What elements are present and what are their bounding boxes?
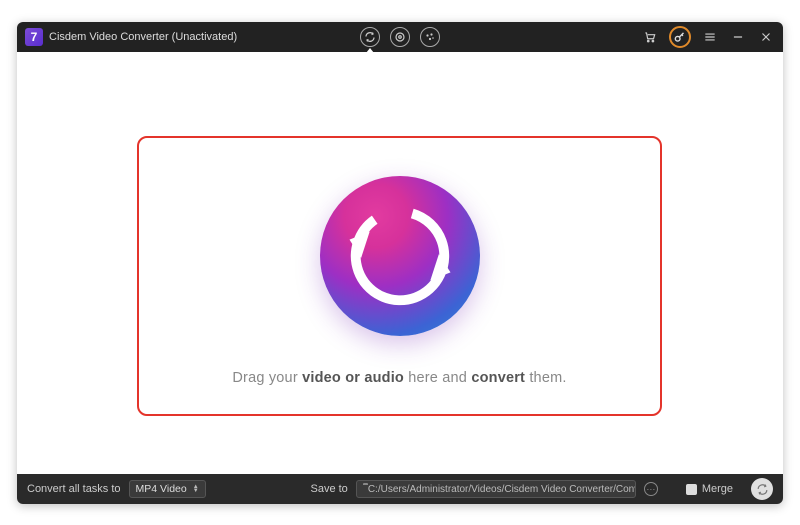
bottom-bar: Convert all tasks to MP4 Video ▲▼ Save t… <box>17 474 783 504</box>
convert-mode-icon[interactable] <box>360 27 380 47</box>
mode-switcher <box>360 27 440 47</box>
drop-text-bold: video or audio <box>302 370 404 386</box>
drop-text-frag: here and <box>404 370 471 386</box>
convert-all-label: Convert all tasks to <box>27 483 121 495</box>
menu-icon[interactable] <box>701 28 719 46</box>
merge-label: Merge <box>702 483 733 495</box>
output-format-select[interactable]: MP4 Video ▲▼ <box>129 480 206 498</box>
drop-text-frag: Drag your <box>232 370 302 386</box>
close-button[interactable] <box>757 28 775 46</box>
main-area: Drag your video or audio here and conver… <box>17 52 783 474</box>
cart-icon[interactable] <box>641 28 659 46</box>
window-title: Cisdem Video Converter (Unactivated) <box>49 31 237 43</box>
open-folder-button[interactable]: ⋯ <box>644 482 658 496</box>
merge-checkbox[interactable] <box>686 484 697 495</box>
disc-mode-icon[interactable] <box>390 27 410 47</box>
save-path-box[interactable]: C:/Users/Administrator/Videos/Cisdem Vid… <box>356 480 636 498</box>
drop-instruction: Drag your video or audio here and conver… <box>232 370 566 386</box>
titlebar-right <box>641 26 775 48</box>
app-logo-icon: 7 <box>25 28 43 46</box>
convert-circle-icon <box>320 176 480 336</box>
minimize-button[interactable] <box>729 28 747 46</box>
titlebar: 7 Cisdem Video Converter (Unactivated) <box>17 22 783 52</box>
activate-key-icon[interactable] <box>669 26 691 48</box>
app-window: 7 Cisdem Video Converter (Unactivated) <box>17 22 783 504</box>
drop-text-bold: convert <box>471 370 525 386</box>
save-to-label: Save to <box>311 483 348 495</box>
merge-toggle[interactable]: Merge <box>686 483 733 495</box>
save-path-value: C:/Users/Administrator/Videos/Cisdem Vid… <box>368 484 636 495</box>
start-convert-button[interactable] <box>751 478 773 500</box>
output-format-value: MP4 Video <box>136 483 187 495</box>
drop-zone[interactable]: Drag your video or audio here and conver… <box>137 136 662 416</box>
download-mode-icon[interactable] <box>420 27 440 47</box>
select-chevron-icon: ▲▼ <box>193 485 199 493</box>
drop-text-frag: them. <box>525 370 567 386</box>
